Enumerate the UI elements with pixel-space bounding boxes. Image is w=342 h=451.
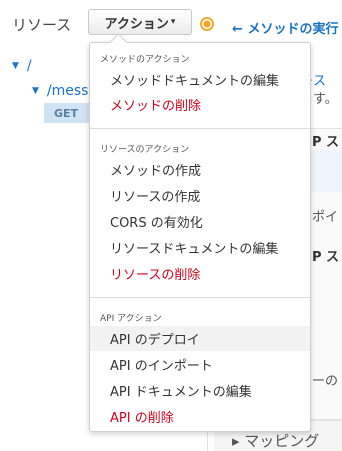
tree-node-resource-label: /mess [46,83,89,99]
menu-item-delete-method[interactable]: メソッドの削除 [90,92,310,117]
background-text-fragment: ーの [312,374,339,389]
tree-node-root[interactable]: ▼ / [12,58,32,74]
menu-item-deploy-api[interactable]: API のデプロイ [90,326,310,351]
expand-triangle-icon[interactable]: ▼ [12,61,19,71]
chevron-down-icon: ▾ [170,17,176,27]
tree-node-resource[interactable]: ▼ /mess [32,83,88,99]
menu-item-edit-method-docs[interactable]: メソッドドキュメントの編集 [90,67,310,92]
menu-section-header-method: メソッドのアクション [100,55,190,65]
tree-node-root-label: / [26,58,32,74]
menu-section-header-api: API アクション [100,314,162,324]
menu-item-delete-api[interactable]: API の削除 [90,404,310,429]
help-indicator-icon[interactable] [200,17,214,31]
menu-item-edit-api-docs[interactable]: API ドキュメントの編集 [90,378,310,403]
background-text-fragment: ポイ [312,210,339,225]
actions-button-label: アクション [104,16,169,32]
expand-triangle-icon[interactable]: ▼ [32,86,39,96]
back-arrow-icon: ← [232,22,243,37]
menu-item-enable-cors[interactable]: CORS の有効化 [90,209,310,234]
menu-separator [90,297,310,298]
background-text-fragment: P ス [312,250,340,265]
actions-dropdown-menu: メソッドのアクション メソッドドキュメントの編集 メソッドの削除 リソースのアク… [89,33,311,432]
actions-dropdown-button[interactable]: アクション ▾ [88,9,192,35]
api-gateway-resources-page: リソース アクション ▾ ▼ / ▼ /mess GET ← メソッドの実行 レ… [0,0,342,451]
resources-panel-title: リソース [12,16,72,34]
menu-separator [90,128,310,129]
menu-item-edit-resource-docs[interactable]: リソースドキュメントの編集 [90,235,310,260]
menu-item-create-method[interactable]: メソッドの作成 [90,157,310,182]
mapping-section-toggle[interactable]: ▸ マッピング [232,430,319,451]
menu-item-import-api[interactable]: API のインポート [90,352,310,377]
menu-pointer [109,33,128,52]
method-execution-link[interactable]: ← メソッドの実行 [232,18,338,37]
background-text-fragment: P ス [312,135,340,150]
method-get-item[interactable]: GET [44,103,94,123]
menu-item-create-resource[interactable]: リソースの作成 [90,183,310,208]
menu-section-header-resource: リソースのアクション [100,145,190,155]
method-execution-label: メソッドの実行 [247,22,339,37]
menu-item-delete-resource[interactable]: リソースの削除 [90,261,310,286]
